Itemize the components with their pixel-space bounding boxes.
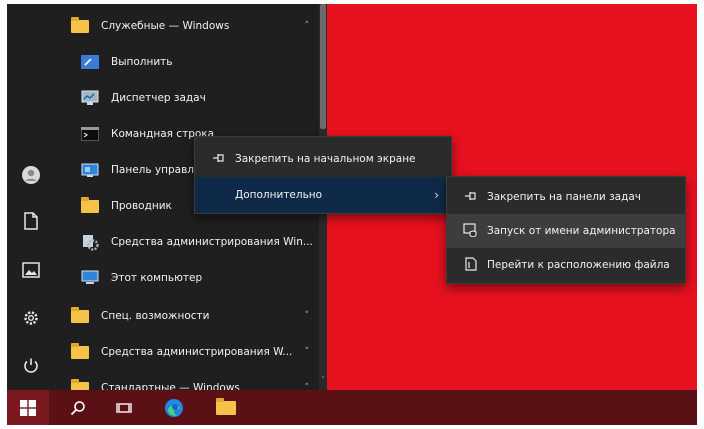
app-admin-tools[interactable]: Средства администрирования Win... [55, 225, 319, 259]
chevron-up-icon: ˄ [304, 21, 310, 31]
file-explorer-icon[interactable] [205, 390, 247, 425]
context-menu: Закрепить на начальном экране Дополнител… [194, 136, 452, 214]
documents-icon[interactable] [19, 209, 43, 233]
admin-tools-icon [79, 231, 101, 253]
menu-label: Закрепить на панели задач [487, 191, 642, 203]
menu-more[interactable]: Дополнительно › [195, 177, 451, 213]
windows-start-icon[interactable] [7, 390, 49, 425]
menu-label: Запуск от имени администратора [487, 225, 676, 237]
app-run[interactable]: Выполнить [55, 45, 319, 79]
settings-icon[interactable] [19, 306, 43, 330]
control-panel-icon [79, 159, 101, 181]
app-label: Служебные — Windows [101, 20, 230, 32]
folder-icon [69, 341, 91, 363]
folder-accessories-system[interactable]: Служебные — Windows ˄ [55, 9, 319, 43]
folder-accessibility[interactable]: Спец. возможности ˅ [55, 299, 319, 333]
desktop: Служебные — Windows ˄ Выполнить Диспетче… [7, 4, 697, 425]
taskbar [7, 390, 697, 425]
pin-taskbar-icon [461, 190, 481, 205]
menu-pin-to-start[interactable]: Закрепить на начальном экране [195, 141, 451, 177]
explorer-icon [79, 195, 101, 217]
pin-icon [209, 152, 229, 167]
app-label: Средства администрирования W... [101, 346, 293, 358]
menu-run-as-admin[interactable]: Запуск от имени администратора [447, 214, 685, 248]
scroll-down-arrow-icon[interactable]: ˅ [319, 376, 327, 384]
submenu: Закрепить на панели задач Запуск от имен… [446, 176, 686, 284]
folder-icon [69, 305, 91, 327]
run-icon [79, 51, 101, 73]
pictures-icon[interactable] [19, 258, 43, 282]
menu-open-file-location[interactable]: Перейти к расположению файла [447, 248, 685, 282]
app-label: Выполнить [111, 56, 173, 68]
chevron-down-icon: ˅ [304, 347, 310, 357]
start-side-rail [7, 4, 55, 390]
menu-pin-to-taskbar[interactable]: Закрепить на панели задач [447, 180, 685, 214]
scroll-thumb[interactable] [320, 4, 326, 129]
task-manager-icon [79, 87, 101, 109]
chevron-down-icon: ˅ [304, 311, 310, 321]
power-icon[interactable] [19, 354, 43, 378]
file-location-icon [461, 256, 481, 274]
app-label: Этот компьютер [111, 272, 203, 284]
app-this-pc[interactable]: Этот компьютер [55, 261, 319, 295]
app-label: Спец. возможности [101, 310, 210, 322]
edge-icon[interactable] [153, 390, 195, 425]
menu-label: Дополнительно [235, 189, 323, 201]
menu-label: Закрепить на начальном экране [235, 153, 416, 165]
run-as-admin-icon [461, 222, 481, 240]
this-pc-icon [79, 267, 101, 289]
chevron-right-icon: › [434, 188, 439, 202]
app-label: Диспетчер задач [111, 92, 206, 104]
user-avatar-icon[interactable] [19, 163, 43, 187]
folder-admin-tools[interactable]: Средства администрирования W... ˅ [55, 335, 319, 369]
task-view-icon[interactable] [103, 390, 145, 425]
search-icon[interactable] [57, 390, 99, 425]
cmd-icon [79, 123, 101, 145]
app-label: Проводник [111, 200, 172, 212]
app-label: Средства администрирования Win... [111, 236, 313, 248]
folder-icon [69, 15, 91, 37]
app-task-manager[interactable]: Диспетчер задач [55, 81, 319, 115]
menu-label: Перейти к расположению файла [487, 259, 670, 271]
